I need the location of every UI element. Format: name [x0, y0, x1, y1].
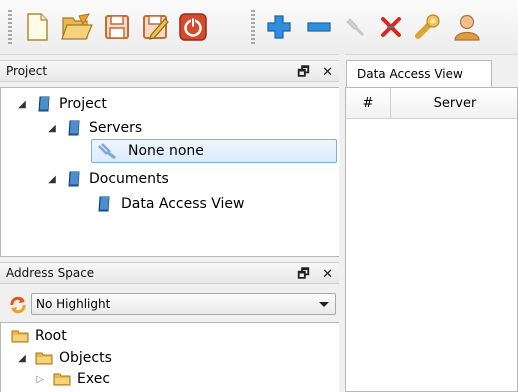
user-button[interactable]	[450, 10, 484, 44]
collapsed-arrow-icon[interactable]: ▷	[33, 374, 47, 385]
close-dock-icon[interactable]: ✕	[322, 65, 337, 80]
settings-icon	[415, 14, 440, 39]
tree-item-project[interactable]: ◢ Project	[15, 92, 107, 116]
column-header-index[interactable]: #	[346, 88, 391, 118]
tree-item-label: Servers	[89, 120, 143, 136]
highlight-row: No Highlight	[0, 290, 343, 320]
project-dock-title: Project	[6, 64, 48, 78]
tree-item-label: None none	[128, 143, 204, 159]
refresh-icon[interactable]	[8, 295, 28, 315]
servers-icon	[68, 120, 80, 136]
add-icon	[267, 15, 291, 39]
add-button[interactable]	[262, 10, 296, 44]
tree-item-none-none[interactable]: None none	[91, 139, 337, 163]
remove-icon	[307, 22, 331, 32]
float-dock-icon[interactable]: 🗗	[297, 267, 313, 282]
tree-item-label: Data Access View	[121, 196, 245, 212]
address-tree: Root ◢ Objects ▷ Exec	[0, 322, 340, 392]
folder-icon	[53, 373, 71, 386]
tree-item-label: Documents	[89, 171, 169, 187]
tree-item-label: Objects	[59, 350, 112, 366]
close-dock-icon[interactable]: ✕	[322, 267, 337, 282]
data-access-table: # Server	[345, 87, 518, 392]
toolbar-grip[interactable]	[8, 10, 12, 44]
highlight-select[interactable]: No Highlight	[31, 293, 336, 315]
expand-arrow-icon[interactable]: ◢	[15, 353, 29, 364]
user-icon	[454, 14, 480, 41]
remove-button[interactable]	[302, 10, 336, 44]
project-dock-header: Project 🗗 ✕	[0, 60, 343, 82]
tab-data-access-view[interactable]: Data Access View	[346, 60, 492, 87]
save-button[interactable]	[100, 10, 134, 44]
project-icon	[38, 96, 50, 112]
address-dock-title: Address Space	[6, 266, 95, 280]
address-dock-header: Address Space 🗗 ✕	[0, 262, 343, 284]
expand-arrow-icon[interactable]: ◢	[45, 174, 59, 185]
tree-item-data-access-view[interactable]: Data Access View	[97, 192, 244, 216]
folder-icon	[11, 330, 29, 343]
documents-icon	[68, 171, 80, 187]
server-disconnected-icon	[98, 143, 116, 160]
highlight-select-value: No Highlight	[36, 297, 111, 311]
tree-item-label: Project	[59, 96, 107, 112]
expand-arrow-icon[interactable]: ◢	[45, 123, 59, 134]
tree-item-servers[interactable]: ◢ Servers	[45, 116, 142, 140]
disconnect-icon	[346, 18, 365, 37]
edit-button[interactable]	[138, 10, 172, 44]
open-button[interactable]	[60, 10, 94, 44]
toolbar-separator	[251, 10, 255, 44]
float-dock-icon[interactable]: 🗗	[297, 65, 313, 80]
main-toolbar	[0, 0, 518, 55]
settings-button[interactable]	[410, 10, 444, 44]
tab-label: Data Access View	[357, 67, 463, 81]
delete-icon	[381, 17, 401, 37]
new-file-button[interactable]	[20, 10, 54, 44]
save-icon	[105, 15, 129, 39]
chevron-down-icon	[319, 302, 329, 307]
edit-icon	[143, 15, 169, 40]
column-header-server[interactable]: Server	[391, 88, 518, 118]
folder-icon	[35, 352, 53, 365]
power-icon	[179, 13, 207, 41]
tree-item-label: Root	[35, 328, 67, 344]
new-file-icon	[27, 13, 48, 41]
disconnect-button[interactable]	[338, 10, 372, 44]
tree-item-exec[interactable]: ▷ Exec	[33, 367, 110, 391]
open-folder-icon	[61, 13, 93, 40]
expand-arrow-icon[interactable]: ◢	[15, 99, 29, 110]
stop-button[interactable]	[176, 10, 210, 44]
project-tree: ◢ Project ◢ Servers None none ◢ Document…	[0, 87, 340, 257]
delete-button[interactable]	[374, 10, 408, 44]
table-header: # Server	[346, 88, 517, 119]
tree-item-documents[interactable]: ◢ Documents	[45, 167, 169, 191]
tree-item-label: Exec	[77, 371, 111, 387]
tree-item-root[interactable]: Root	[11, 324, 67, 348]
document-icon	[98, 196, 110, 212]
